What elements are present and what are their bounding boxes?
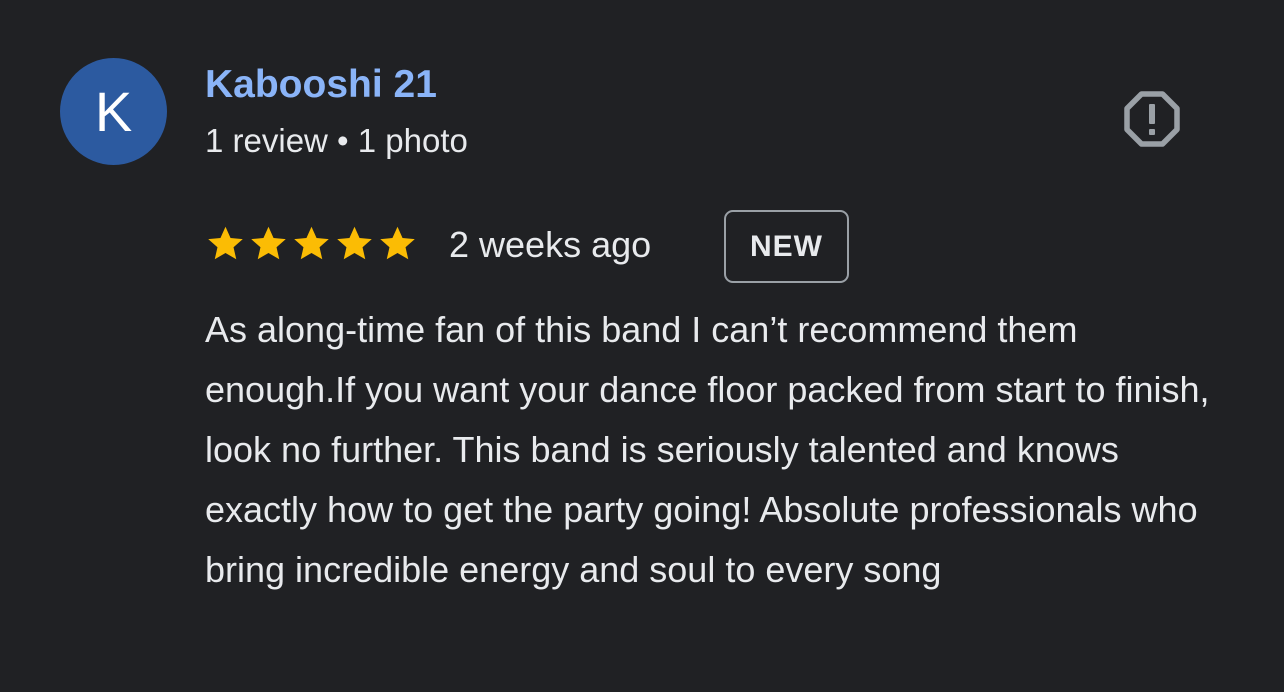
new-badge: NEW	[724, 210, 849, 283]
avatar[interactable]: K	[60, 58, 167, 165]
avatar-initial: K	[94, 79, 133, 143]
star-icon	[208, 226, 243, 259]
author-name[interactable]: Kabooshi 21	[205, 62, 437, 108]
author-meta: 1 review • 1 photo	[205, 122, 468, 159]
review-timestamp: 2 weeks ago	[449, 224, 652, 265]
report-flag-icon	[1124, 91, 1180, 147]
report-button[interactable]	[1122, 89, 1182, 149]
star-icon	[337, 226, 372, 259]
review-card: K Kabooshi 21 1 review • 1 photo 2 weeks…	[0, 0, 1284, 692]
star-icon	[251, 226, 286, 259]
star-rating	[205, 222, 418, 264]
star-icon	[380, 226, 415, 259]
star-icon	[294, 226, 329, 259]
review-text: As along-time fan of this band I can’t r…	[205, 309, 1210, 590]
